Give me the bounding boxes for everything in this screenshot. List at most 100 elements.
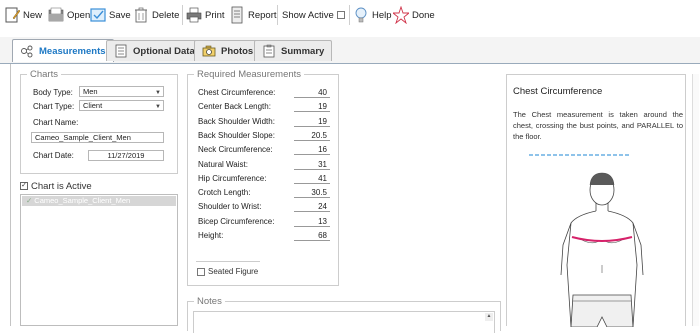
tab-label: Measurements [39, 45, 106, 57]
document-icon [115, 44, 127, 58]
tab-measurements[interactable]: Measurements [12, 39, 114, 62]
help-label: Help [372, 9, 392, 21]
toolbar: New Open Save Delete Print Report Show A… [0, 0, 700, 30]
required-measurements-group: Required Measurements Chest Circumferenc… [187, 69, 339, 286]
measurement-value-field[interactable]: 68 [294, 230, 330, 241]
tab-optional-data[interactable]: Optional Data [106, 40, 203, 61]
tab-label: Optional Data [133, 45, 195, 57]
done-button[interactable]: Done [393, 4, 435, 26]
notes-group: Notes ▲ [187, 296, 501, 333]
required-measurements-title: Required Measurements [194, 69, 305, 80]
measurement-label: Center Back Length: [198, 102, 271, 112]
tab-summary[interactable]: Summary [254, 40, 333, 61]
measurement-value-field[interactable]: 20.5 [294, 130, 330, 141]
tab-label: Photos [221, 45, 254, 57]
measurement-row: Bicep Circumference: 13 [198, 215, 330, 229]
chart-type-value: Client [83, 101, 103, 110]
star-icon [393, 6, 409, 24]
report-icon [231, 6, 243, 24]
measurement-label: Back Shoulder Width: [198, 116, 275, 126]
measurements-icon [21, 45, 33, 58]
info-description: The Chest measurement is taken around th… [513, 110, 683, 141]
measurement-row: Crotch Length: 30.5 [198, 186, 330, 200]
figure-illustration [529, 154, 644, 327]
open-label: Open [67, 9, 91, 21]
show-active-label: Show Active [282, 9, 334, 21]
measurement-label: Shoulder to Wrist: [198, 202, 262, 212]
measurement-label: Height: [198, 231, 224, 240]
tab-photos[interactable]: Photos [194, 40, 262, 61]
save-icon [90, 8, 106, 22]
delete-button[interactable]: Delete [133, 4, 179, 26]
new-label: New [23, 9, 43, 21]
measurement-value-field[interactable]: 40 [294, 87, 330, 98]
measurement-value-field[interactable]: 41 [294, 173, 330, 184]
measurement-value-field[interactable]: 24 [294, 201, 330, 213]
open-folder-icon [48, 7, 64, 22]
chart-active-toggle[interactable]: ✓ Chart is Active [20, 180, 92, 192]
figure-shorts [570, 294, 634, 327]
measurement-label: Hip Circumference: [198, 173, 267, 183]
body-type-select[interactable]: Men ▼ [79, 86, 164, 97]
measurement-value-field[interactable]: 19 [294, 116, 330, 127]
list-item-label: Cameo_Sample_Client_Men [34, 196, 131, 205]
report-label: Report [248, 9, 277, 21]
clipboard-icon [263, 44, 275, 58]
measurement-row: Center Back Length: 19 [198, 100, 330, 114]
delete-label: Delete [152, 9, 180, 21]
printer-icon [186, 7, 202, 23]
chart-list[interactable]: ✓ Cameo_Sample_Client_Men [20, 194, 178, 326]
measurement-row: Hip Circumference: 41 [198, 172, 330, 186]
chevron-down-icon: ▼ [155, 90, 161, 96]
measurement-label: Back Shoulder Slope: [198, 130, 275, 140]
measurement-label: Natural Waist: [198, 159, 248, 169]
toolbar-separator [182, 5, 183, 25]
done-label: Done [412, 9, 435, 21]
chart-name-label: Chart Name: [33, 118, 79, 127]
measurement-row: Natural Waist: 31 [198, 158, 330, 172]
new-button[interactable]: New [4, 4, 42, 26]
measurement-value-field[interactable]: 19 [294, 101, 330, 113]
open-button[interactable]: Open [48, 4, 90, 26]
measurement-value-field[interactable]: 13 [294, 216, 330, 227]
help-button[interactable]: Help [353, 4, 392, 26]
chevron-down-icon: ▼ [155, 104, 161, 110]
measurement-label: Crotch Length: [198, 188, 251, 198]
save-button[interactable]: Save [90, 4, 131, 26]
seated-figure-toggle[interactable]: Seated Figure [197, 267, 258, 276]
scrollbar[interactable] [692, 74, 699, 326]
show-active-checkbox[interactable] [336, 11, 345, 19]
measurement-value-field[interactable]: 30.5 [294, 187, 330, 199]
print-button[interactable]: Print [186, 4, 225, 26]
info-title: Chest Circumference [513, 86, 603, 97]
save-label: Save [109, 9, 131, 21]
measurement-label: Bicep Circumference: [198, 216, 275, 226]
figure-hair [589, 172, 615, 186]
measurement-value-field[interactable]: 16 [294, 144, 330, 156]
scroll-up-icon[interactable]: ▲ [485, 313, 493, 321]
divider [196, 261, 260, 262]
chart-active-label: Chart is Active [31, 180, 92, 192]
charts-group: Charts Body Type: Men ▼ Chart Type: Clie… [20, 69, 178, 174]
list-item[interactable]: ✓ Cameo_Sample_Client_Men [22, 196, 176, 206]
charts-group-title: Charts [27, 69, 61, 80]
chart-name-field[interactable]: Cameo_Sample_Client_Men [31, 132, 164, 143]
tab-strip: Measurements Optional Data Photos Summar… [0, 37, 700, 64]
measurement-label: Neck Circumference: [198, 145, 273, 155]
chart-active-checkbox[interactable]: ✓ [20, 182, 28, 190]
seated-figure-checkbox[interactable] [197, 267, 205, 276]
notes-textarea[interactable]: ▲ [193, 311, 495, 333]
trash-icon [135, 7, 147, 23]
chart-date-field[interactable]: 11/27/2019 [88, 150, 164, 161]
toolbar-separator [277, 5, 278, 25]
measurement-row: Chest Circumference: 40 [198, 86, 330, 100]
measurement-row: Neck Circumference: 16 [198, 143, 330, 157]
chart-type-select[interactable]: Client ▼ [79, 100, 164, 111]
body-type-value: Men [83, 87, 98, 96]
report-button[interactable]: Report [229, 4, 277, 26]
chest-measurement-line [571, 236, 633, 242]
camera-icon [202, 45, 216, 57]
measurement-row: Back Shoulder Width: 19 [198, 115, 330, 129]
measurement-value-field[interactable]: 31 [294, 159, 330, 170]
show-active-toggle[interactable]: Show Active [282, 4, 345, 26]
